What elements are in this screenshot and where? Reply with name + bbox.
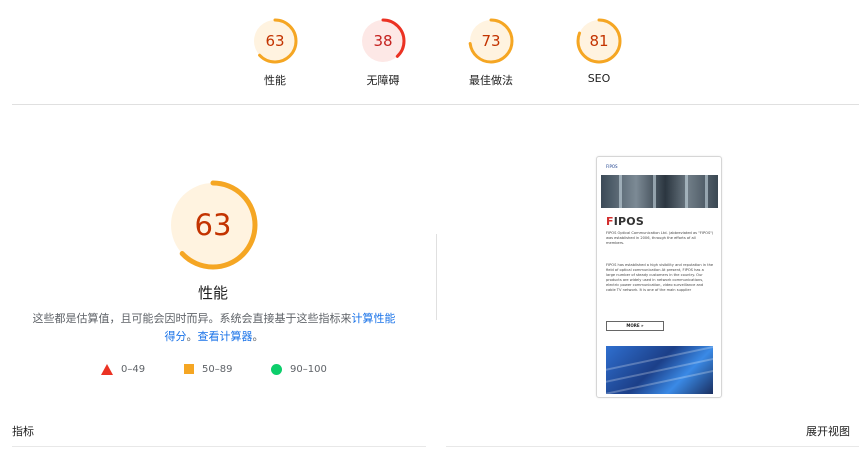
calculator-link[interactable]: 查看计算器 xyxy=(198,330,253,343)
final-screenshot[interactable]: FIPOS FIPOS FIPOS Optical Communication … xyxy=(596,156,722,398)
screenshot-brand: FIPOS xyxy=(606,215,644,228)
legend-fail: 0–49 xyxy=(101,362,145,376)
gauge-score: 73 xyxy=(481,32,501,50)
metrics-divider-right xyxy=(446,446,859,447)
legend-average: 50–89 xyxy=(184,362,232,376)
screenshot-paragraph-1: FIPOS Optical Communication Ltd. (abbrev… xyxy=(606,231,714,245)
expand-view-toggle[interactable]: 展开视图 xyxy=(806,423,850,439)
brand-first-letter: F xyxy=(606,215,614,228)
gauge-score: 38 xyxy=(373,32,393,50)
gauge-score: 81 xyxy=(589,32,609,50)
brand-rest: IPOS xyxy=(613,215,644,228)
screenshot-more-button: MORE » xyxy=(606,321,664,331)
legend-range: 50–89 xyxy=(202,363,233,375)
gauge-label: 性能 xyxy=(264,74,286,87)
gauge-label: SEO xyxy=(587,72,611,85)
legend-range: 0–49 xyxy=(121,363,146,375)
performance-description: 这些都是估算值，且可能会因时而异。系统会直接基于这些指标来计算性能得分。查看计算… xyxy=(28,310,400,346)
circle-icon xyxy=(271,363,282,375)
description-punct: 。 xyxy=(186,330,198,343)
screenshot-paragraph-2: FIPOS has established a high visibility … xyxy=(606,263,714,292)
description-text: 这些都是估算值，且可能会因时而异。系统会直接基于这些指标来 xyxy=(32,312,352,325)
gauge-score: 63 xyxy=(265,32,285,50)
gauge-accessibility[interactable]: 38 无障碍 xyxy=(353,18,413,88)
performance-title: 性能 xyxy=(197,284,228,302)
triangle-icon xyxy=(101,363,113,375)
performance-gauge-large: 63 xyxy=(168,180,258,270)
screenshot-second-image xyxy=(606,346,713,394)
legend-range: 90–100 xyxy=(290,363,327,375)
screenshot-logo: FIPOS xyxy=(606,164,618,169)
description-punct-end: 。 xyxy=(252,330,264,343)
screenshot-hero-image xyxy=(601,175,718,208)
gauge-label: 最佳做法 xyxy=(469,74,513,87)
gauge-best-practices[interactable]: 73 最佳做法 xyxy=(461,18,521,88)
vertical-divider xyxy=(436,234,437,320)
metrics-heading: 指标 xyxy=(12,425,34,438)
metrics-divider-left xyxy=(12,446,426,447)
performance-score: 63 xyxy=(194,208,232,242)
legend-pass: 90–100 xyxy=(271,362,327,376)
section-divider xyxy=(12,104,859,105)
gauge-label: 无障碍 xyxy=(366,74,400,87)
category-summary: 63 性能 38 无障碍 73 最佳做法 81 SEO xyxy=(0,0,859,104)
square-icon xyxy=(184,364,194,374)
gauge-seo[interactable]: 81 SEO xyxy=(569,18,629,85)
gauge-performance[interactable]: 63 性能 xyxy=(245,18,305,88)
